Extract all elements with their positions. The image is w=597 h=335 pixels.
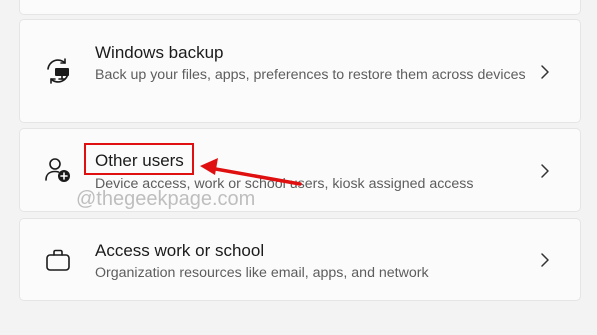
settings-item-description: Organization resources like email, apps,…: [95, 265, 429, 281]
briefcase-icon: [44, 246, 72, 274]
chevron-right-icon: [538, 63, 552, 81]
settings-card-partial[interactable]: [19, 0, 581, 15]
settings-item-access-work-or-school[interactable]: Access work or school Organization resou…: [19, 218, 581, 301]
settings-item-title: Access work or school: [95, 241, 265, 260]
settings-item-windows-backup[interactable]: Windows backup Back up your files, apps,…: [19, 19, 581, 123]
chevron-right-icon: [538, 251, 552, 269]
settings-item-title: Windows backup: [95, 43, 224, 62]
add-user-icon: [44, 156, 72, 184]
chevron-right-icon: [538, 162, 552, 180]
settings-page: Windows backup Back up your files, apps,…: [0, 0, 597, 335]
backup-sync-icon: [44, 57, 72, 85]
settings-item-description: Device access, work or school users, kio…: [95, 176, 474, 192]
settings-item-description: Back up your files, apps, preferences to…: [95, 67, 526, 83]
settings-item-title: Other users: [95, 151, 184, 170]
settings-item-other-users[interactable]: Other users Device access, work or schoo…: [19, 128, 581, 212]
